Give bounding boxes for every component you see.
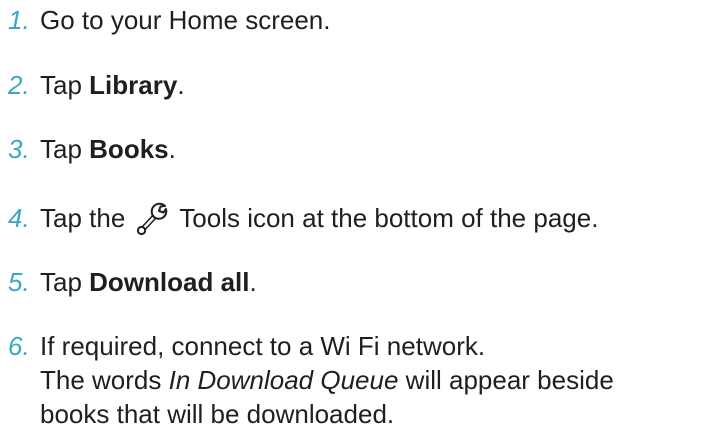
step-text: Go to your Home screen. [40, 3, 330, 37]
step-text: Tap the Tools icon at the bottom of the … [40, 201, 598, 235]
step-2-prefix: Tap [40, 70, 90, 100]
step-2-suffix: . [177, 70, 185, 100]
step-5-suffix: . [249, 267, 257, 297]
step-text: If required, connect to a Wi Fi network.… [40, 329, 614, 431]
step-text: Tap Books. [40, 132, 176, 166]
step-3-prefix: Tap [40, 134, 90, 164]
step-number: 6. [8, 331, 30, 361]
download-all-label: Download all [89, 267, 250, 297]
step-6-line-2-suffix: will appear beside [398, 365, 614, 395]
step-5-prefix: Tap [40, 267, 90, 297]
step-text: Tap Download all. [40, 265, 257, 299]
step-4-suffix: Tools icon at the bottom of the page. [172, 203, 599, 233]
wrench-icon [135, 201, 171, 235]
library-label: Library [89, 70, 178, 100]
instruction-steps: 1. Go to your Home screen. 2. Tap Librar… [0, 0, 720, 429]
step-6-line-1: If required, connect to a Wi Fi network. [40, 331, 486, 361]
step-number: 5. [8, 267, 30, 297]
step-text: Tap Library. [40, 68, 185, 102]
step-4-prefix: Tap the [40, 203, 133, 233]
step-number: 2. [8, 70, 30, 100]
step-number: 1. [8, 5, 30, 35]
step-6-line-2-prefix: The words [40, 365, 169, 395]
step-1-text: Go to your Home screen. [40, 5, 331, 35]
step-6-line-3: books that will be downloaded. [40, 399, 395, 429]
step-number: 4. [8, 203, 30, 233]
step-3-suffix: . [168, 134, 176, 164]
in-download-queue-phrase: In Download Queue [168, 365, 399, 395]
step-number: 3. [8, 134, 30, 164]
books-label: Books [89, 134, 169, 164]
